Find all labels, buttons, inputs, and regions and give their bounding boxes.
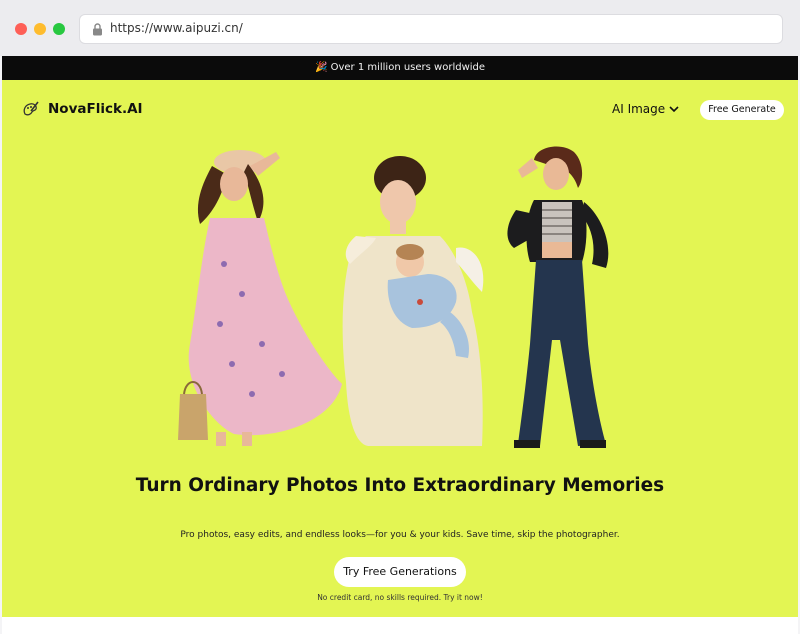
site-logo[interactable]: NovaFlick.AI xyxy=(22,100,143,118)
minimize-window-button[interactable] xyxy=(34,23,46,35)
woman-leather-jacket-image xyxy=(507,146,609,448)
free-generate-button[interactable]: Free Generate xyxy=(700,100,784,120)
nav-ai-image-dropdown[interactable]: AI Image xyxy=(612,102,679,116)
woman-pink-dress-image xyxy=(178,150,342,446)
hero-subline: Pro photos, easy edits, and endless look… xyxy=(180,530,620,540)
announcement-banner: 🎉 Over 1 million users worldwide xyxy=(2,56,798,80)
url-text: https://www.aipuzi.cn/ xyxy=(110,21,243,35)
address-bar[interactable]: https://www.aipuzi.cn/ xyxy=(79,14,783,44)
maximize-window-button[interactable] xyxy=(53,23,65,35)
try-free-generations-button[interactable]: Try Free Generations xyxy=(334,557,466,587)
browser-chrome: https://www.aipuzi.cn/ xyxy=(0,0,800,56)
web-page: 🎉 Over 1 million users worldwide NovaFli… xyxy=(2,56,798,617)
hero-headline: Turn Ordinary Photos Into Extraordinary … xyxy=(135,475,665,496)
hero-note: No credit card, no skills required. Try … xyxy=(317,593,483,602)
mother-with-baby-image xyxy=(342,156,484,446)
lock-icon xyxy=(93,23,102,36)
browser-window: https://www.aipuzi.cn/ 🎉 Over 1 million … xyxy=(0,0,800,634)
close-window-button[interactable] xyxy=(15,23,27,35)
page-bottom-strip xyxy=(2,617,798,634)
palette-brush-icon xyxy=(23,101,39,116)
chevron-down-icon xyxy=(669,106,679,113)
logo-text: NovaFlick.AI xyxy=(48,101,143,117)
nav-ai-image-label: AI Image xyxy=(612,102,666,116)
